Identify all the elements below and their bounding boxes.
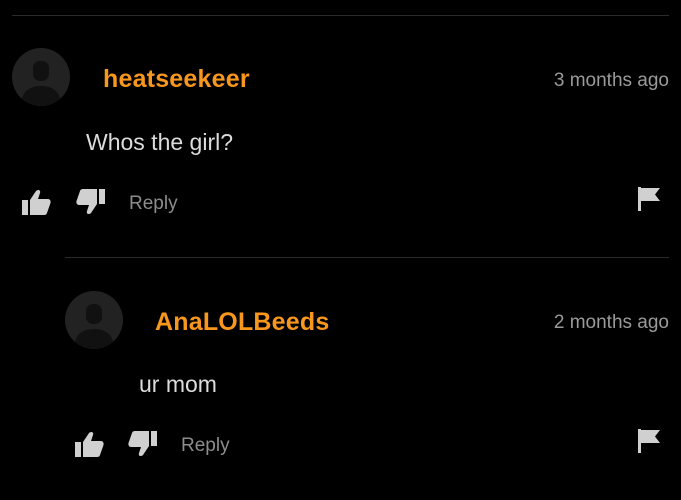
reply-button[interactable]: Reply xyxy=(129,193,178,215)
reply-divider xyxy=(65,257,669,258)
avatar-placeholder-icon xyxy=(21,61,61,106)
comment-timestamp: 3 months ago xyxy=(553,70,669,91)
thumbs-down-icon[interactable] xyxy=(76,189,105,220)
thumbs-up-icon[interactable] xyxy=(75,431,104,462)
comment-text: ur mom xyxy=(139,371,217,397)
avatar[interactable] xyxy=(12,48,70,106)
reply-button[interactable]: Reply xyxy=(181,435,230,457)
avatar-placeholder-icon xyxy=(74,304,114,349)
comment-username[interactable]: AnaLOLBeeds xyxy=(155,308,329,337)
thumbs-down-icon[interactable] xyxy=(128,431,157,462)
comment-text: Whos the girl? xyxy=(86,129,234,155)
comment-timestamp: 2 months ago xyxy=(553,312,669,333)
comment-username[interactable]: heatseekeer xyxy=(103,65,250,94)
thumbs-up-icon[interactable] xyxy=(22,189,51,220)
avatar[interactable] xyxy=(65,291,123,349)
flag-icon[interactable] xyxy=(638,187,660,216)
comments-section: heatseekeer 3 months ago Whos the girl? … xyxy=(0,0,681,500)
top-divider xyxy=(12,15,669,16)
flag-icon[interactable] xyxy=(638,429,660,458)
